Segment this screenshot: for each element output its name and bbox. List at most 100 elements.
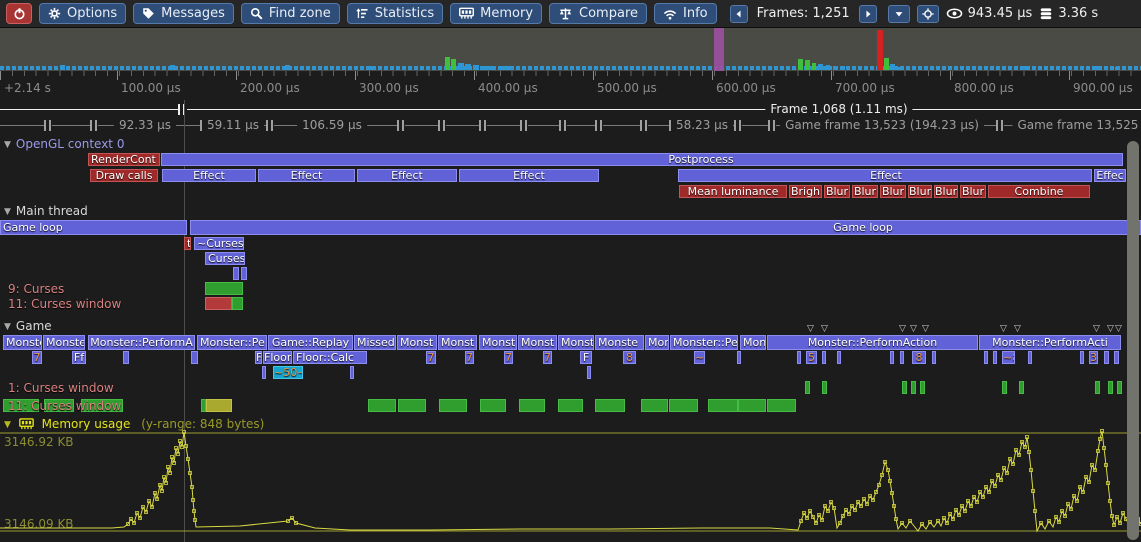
zone-bar[interactable]: Blur bbox=[824, 185, 850, 198]
message-marker-icon[interactable]: ▽ bbox=[1000, 325, 1007, 333]
zone-bar[interactable]: Effect bbox=[459, 169, 599, 182]
frame-marks[interactable]: Frame 1,068 (1.11 ms)92.33 μs59.11 μs106… bbox=[0, 100, 1141, 136]
zone-bar[interactable]: Blur bbox=[852, 185, 878, 198]
vertical-scrollbar-thumb[interactable] bbox=[1127, 141, 1139, 540]
zone-bar[interactable] bbox=[191, 351, 198, 364]
message-marker-icon[interactable]: ▽ bbox=[821, 325, 828, 333]
lock-activity-bar[interactable] bbox=[206, 399, 232, 412]
lock-activity-bar[interactable] bbox=[822, 381, 827, 394]
message-marker-icon[interactable]: ▽ bbox=[910, 325, 917, 333]
zone-bar[interactable]: Game loop bbox=[190, 220, 1141, 235]
zone-bar[interactable] bbox=[797, 351, 801, 364]
zone-bar[interactable] bbox=[241, 267, 247, 280]
zone-bar[interactable]: ~Curses bbox=[194, 237, 244, 250]
lock-activity-bar[interactable] bbox=[558, 399, 583, 412]
lock-activity-bar[interactable] bbox=[1002, 381, 1007, 394]
zone-bar[interactable]: 7 bbox=[504, 351, 513, 364]
lock-activity-bar[interactable] bbox=[368, 399, 396, 412]
zone-bar[interactable]: Blur bbox=[908, 185, 932, 198]
lock-activity-bar[interactable] bbox=[519, 399, 545, 412]
message-marker-icon[interactable]: ▽ bbox=[1093, 325, 1100, 333]
zone-bar[interactable]: Mean luminance bbox=[679, 185, 787, 198]
zone-bar[interactable]: Monst bbox=[397, 335, 437, 350]
zone-bar[interactable]: ti bbox=[184, 237, 191, 250]
zone-bar[interactable] bbox=[350, 366, 354, 379]
zone-bar[interactable]: Monst bbox=[518, 335, 557, 350]
message-marker-icon[interactable]: ▽ bbox=[922, 325, 929, 333]
lock-activity-bar[interactable] bbox=[669, 399, 698, 412]
zone-bar[interactable] bbox=[837, 351, 841, 364]
zone-bar[interactable] bbox=[984, 351, 988, 364]
zone-bar[interactable]: Monste bbox=[3, 335, 42, 350]
lock-activity-bar[interactable] bbox=[232, 297, 243, 310]
thread-header-main-thread[interactable]: ▼Main thread bbox=[4, 204, 88, 218]
zone-bar[interactable]: RenderCont bbox=[88, 153, 160, 166]
zone-bar[interactable]: Effect bbox=[678, 169, 1092, 182]
zone-bar[interactable] bbox=[233, 267, 239, 280]
zone-bar[interactable]: Missed bbox=[354, 335, 396, 350]
lock-activity-bar[interactable] bbox=[920, 381, 925, 394]
lock-activity-bar[interactable] bbox=[1019, 381, 1024, 394]
zone-bar[interactable]: Brigh bbox=[789, 185, 822, 198]
memory-usage-plot[interactable] bbox=[0, 425, 1141, 542]
timeline-area[interactable]: +2.14 s100.00 μs200.00 μs300.00 μs400.00… bbox=[0, 0, 1141, 542]
zone-bar[interactable]: 7 bbox=[32, 351, 42, 364]
zone-bar[interactable]: Ff bbox=[72, 351, 86, 364]
lock-activity-bar[interactable] bbox=[1117, 381, 1122, 394]
zone-bar[interactable]: Monster::PerformActi bbox=[979, 335, 1121, 350]
zone-bar[interactable]: Blur bbox=[880, 185, 906, 198]
zone-bar[interactable]: Mons bbox=[645, 335, 669, 350]
zone-bar[interactable]: Postprocess bbox=[161, 153, 1123, 166]
lock-activity-bar[interactable] bbox=[767, 399, 796, 412]
message-marker-icon[interactable]: ▽ bbox=[1107, 325, 1114, 333]
thread-header-opengl-context-0[interactable]: ▼OpenGL context 0 bbox=[4, 137, 124, 151]
zone-bar[interactable]: Effect bbox=[162, 169, 256, 182]
lock-activity-bar[interactable] bbox=[205, 282, 243, 295]
zone-bar[interactable]: Game::Replay bbox=[268, 335, 353, 350]
zone-bar[interactable]: Draw calls bbox=[90, 169, 158, 182]
zone-bar[interactable] bbox=[900, 351, 904, 364]
zone-bar[interactable]: 7 bbox=[426, 351, 436, 364]
zone-bar[interactable]: ~ bbox=[694, 351, 705, 364]
zone-bar[interactable]: F bbox=[255, 351, 262, 364]
lock-activity-bar[interactable] bbox=[1095, 381, 1100, 394]
lock-activity-bar[interactable] bbox=[595, 399, 625, 412]
lock-activity-bar[interactable] bbox=[398, 399, 426, 412]
zone-bar[interactable]: Effect bbox=[258, 169, 355, 182]
lock-activity-bar[interactable] bbox=[805, 381, 810, 394]
lock-activity-bar[interactable] bbox=[205, 297, 232, 310]
zone-bar[interactable] bbox=[993, 351, 997, 364]
zone-bar[interactable]: Monste bbox=[558, 335, 594, 350]
zone-bar[interactable]: Floor:: bbox=[263, 351, 292, 364]
zone-bar[interactable]: 5 bbox=[806, 351, 817, 364]
lock-activity-bar[interactable] bbox=[439, 399, 467, 412]
zone-bar[interactable]: Monst bbox=[479, 335, 517, 350]
zone-bar[interactable] bbox=[890, 351, 894, 364]
lock-activity-bar[interactable] bbox=[911, 381, 916, 394]
zone-bar[interactable]: 3 bbox=[1089, 351, 1098, 364]
frame-overview-strip[interactable] bbox=[0, 28, 1141, 71]
message-marker-icon[interactable]: ▽ bbox=[807, 325, 814, 333]
zone-bar[interactable]: 7 bbox=[465, 351, 474, 364]
zone-bar[interactable]: Blur bbox=[934, 185, 958, 198]
lock-activity-bar[interactable] bbox=[738, 399, 766, 412]
zone-bar[interactable]: Effect bbox=[357, 169, 457, 182]
lock-activity-bar[interactable] bbox=[480, 399, 506, 412]
lock-activity-bar[interactable] bbox=[1108, 381, 1113, 394]
zone-bar[interactable] bbox=[1114, 351, 1119, 364]
zone-bar[interactable] bbox=[1104, 351, 1109, 364]
zone-bar[interactable] bbox=[1080, 351, 1084, 364]
message-marker-icon[interactable]: ▽ bbox=[1115, 325, 1122, 333]
zone-bar[interactable] bbox=[123, 351, 129, 364]
zone-bar[interactable]: Monst bbox=[438, 335, 477, 350]
zone-bar[interactable]: 7 bbox=[543, 351, 552, 364]
zone-bar[interactable]: Blur bbox=[960, 185, 986, 198]
lock-activity-bar[interactable] bbox=[708, 399, 738, 412]
zone-bar[interactable]: Monster::Pe bbox=[197, 335, 267, 350]
zone-bar[interactable] bbox=[262, 366, 266, 379]
zone-bar[interactable]: Monster::Pe bbox=[670, 335, 738, 350]
zone-bar[interactable]: ~50~ bbox=[273, 366, 303, 379]
zone-bar[interactable]: Monste bbox=[595, 335, 644, 350]
zone-bar[interactable] bbox=[932, 351, 936, 364]
zone-bar[interactable]: Monster::PerformA bbox=[88, 335, 195, 350]
